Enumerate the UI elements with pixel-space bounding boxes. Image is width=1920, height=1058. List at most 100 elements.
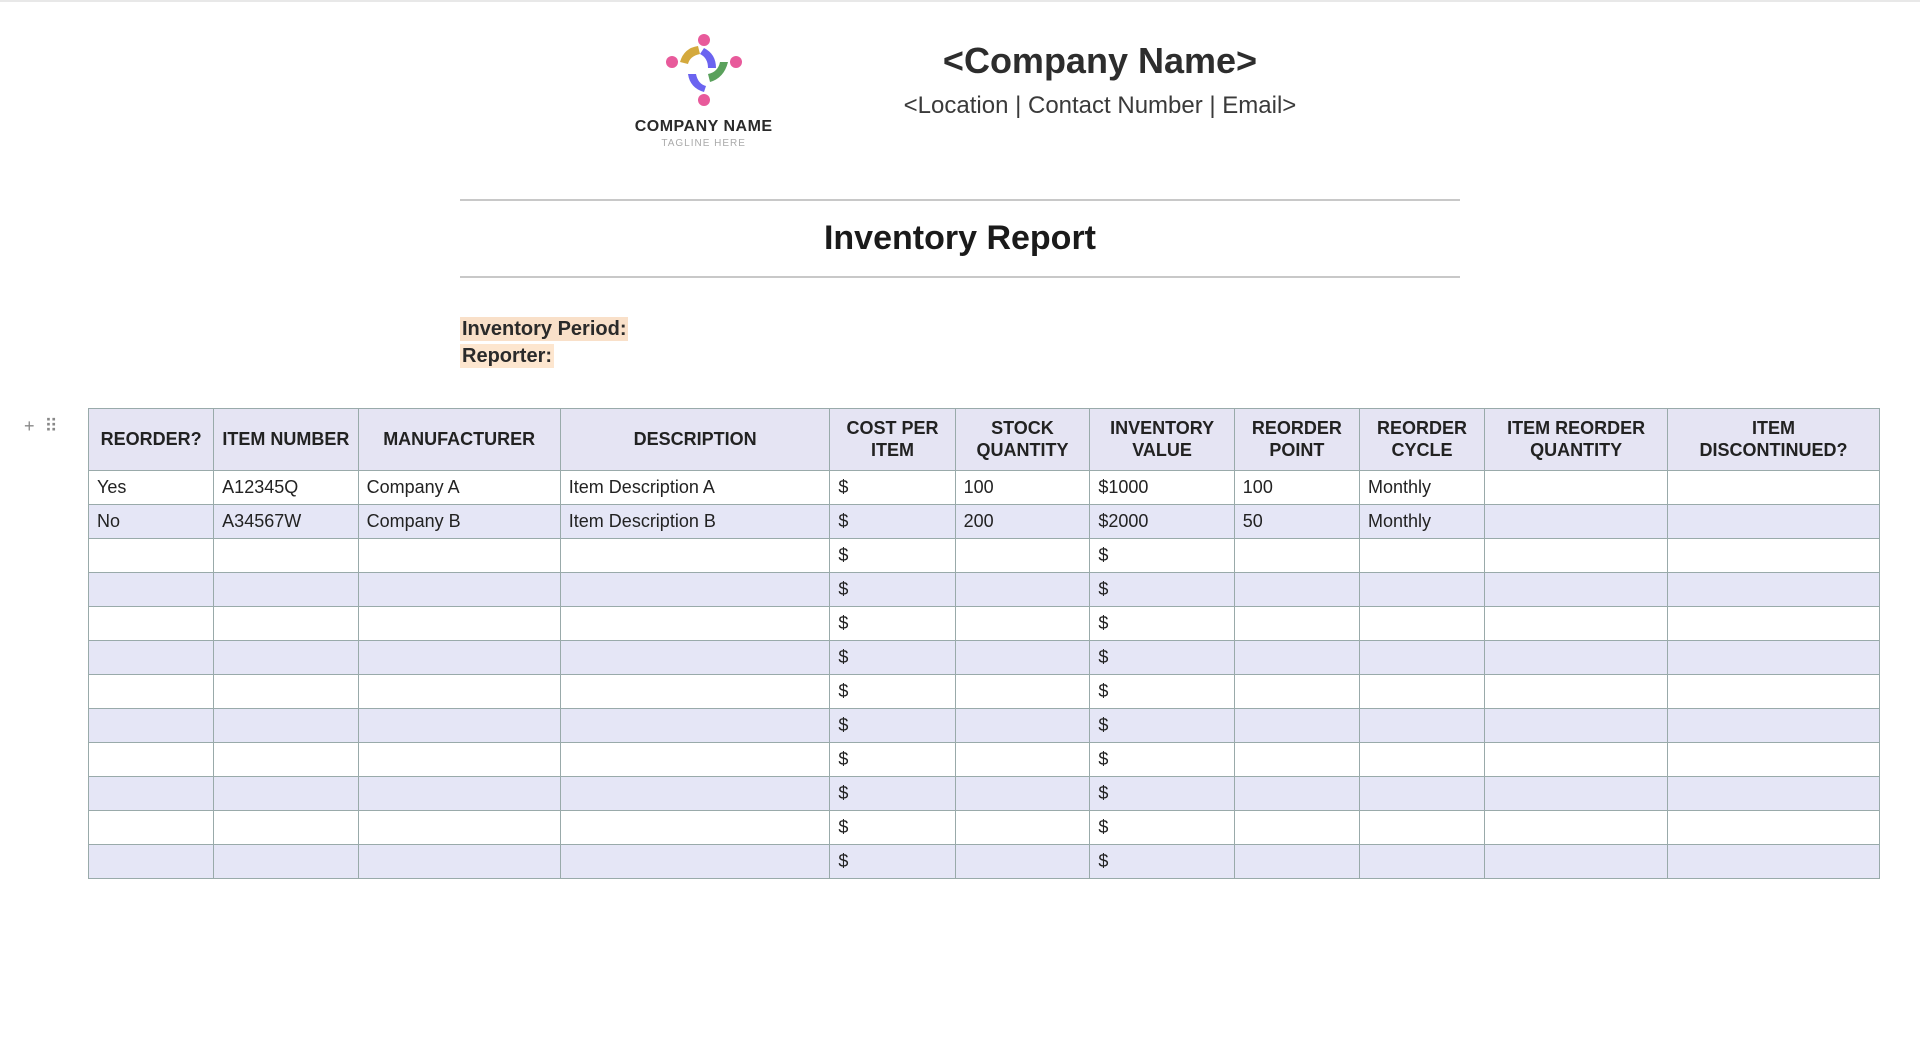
col-inventory-value[interactable]: INVENTORY VALUE — [1090, 409, 1234, 471]
cell-item-discontinued[interactable] — [1668, 505, 1880, 539]
cell-item-number[interactable]: A12345Q — [214, 471, 358, 505]
cell-item-number[interactable] — [214, 573, 358, 607]
cell-inventory-value[interactable]: $ — [1090, 811, 1234, 845]
cell-reorder-point[interactable]: 100 — [1234, 471, 1359, 505]
reporter-line[interactable]: Reporter: — [460, 345, 1460, 368]
cell-cost-per-item[interactable]: $ — [830, 777, 955, 811]
cell-reorder[interactable] — [89, 539, 214, 573]
add-row-icon[interactable]: + — [24, 416, 35, 437]
cell-item-reorder-qty[interactable] — [1485, 573, 1668, 607]
cell-reorder-cycle[interactable] — [1359, 539, 1484, 573]
cell-description[interactable] — [560, 641, 830, 675]
cell-manufacturer[interactable] — [358, 811, 560, 845]
cell-item-number[interactable] — [214, 845, 358, 879]
cell-manufacturer[interactable]: Company B — [358, 505, 560, 539]
cell-item-number[interactable] — [214, 709, 358, 743]
cell-reorder-cycle[interactable] — [1359, 573, 1484, 607]
cell-inventory-value[interactable]: $ — [1090, 573, 1234, 607]
cell-inventory-value[interactable]: $ — [1090, 539, 1234, 573]
cell-description[interactable]: Item Description B — [560, 505, 830, 539]
table-row[interactable]: NoA34567WCompany BItem Description B$200… — [89, 505, 1880, 539]
cell-inventory-value[interactable]: $ — [1090, 743, 1234, 777]
cell-item-reorder-qty[interactable] — [1485, 845, 1668, 879]
cell-manufacturer[interactable] — [358, 573, 560, 607]
cell-stock-quantity[interactable] — [955, 641, 1090, 675]
cell-item-reorder-qty[interactable] — [1485, 539, 1668, 573]
cell-item-discontinued[interactable] — [1668, 471, 1880, 505]
cell-inventory-value[interactable]: $ — [1090, 709, 1234, 743]
cell-reorder[interactable] — [89, 845, 214, 879]
table-row[interactable]: $$ — [89, 743, 1880, 777]
col-reorder[interactable]: REORDER? — [89, 409, 214, 471]
cell-description[interactable] — [560, 811, 830, 845]
cell-item-number[interactable] — [214, 539, 358, 573]
drag-handle-icon[interactable]: ⠿ — [45, 416, 58, 437]
col-item-reorder-qty[interactable]: ITEM REORDER QUANTITY — [1485, 409, 1668, 471]
cell-reorder-cycle[interactable] — [1359, 709, 1484, 743]
cell-stock-quantity[interactable] — [955, 709, 1090, 743]
table-row[interactable]: $$ — [89, 539, 1880, 573]
cell-inventory-value[interactable]: $ — [1090, 675, 1234, 709]
cell-reorder-cycle[interactable] — [1359, 743, 1484, 777]
col-reorder-cycle[interactable]: REORDER CYCLE — [1359, 409, 1484, 471]
cell-inventory-value[interactable]: $ — [1090, 607, 1234, 641]
row-handle-controls[interactable]: + ⠿ — [24, 416, 58, 437]
cell-item-reorder-qty[interactable] — [1485, 811, 1668, 845]
cell-reorder-cycle[interactable] — [1359, 675, 1484, 709]
cell-reorder-point[interactable] — [1234, 777, 1359, 811]
cell-cost-per-item[interactable]: $ — [830, 641, 955, 675]
cell-stock-quantity[interactable] — [955, 845, 1090, 879]
inventory-period-line[interactable]: Inventory Period: — [460, 318, 1460, 341]
cell-stock-quantity[interactable]: 200 — [955, 505, 1090, 539]
cell-item-number[interactable] — [214, 641, 358, 675]
cell-cost-per-item[interactable]: $ — [830, 845, 955, 879]
cell-stock-quantity[interactable] — [955, 539, 1090, 573]
cell-inventory-value[interactable]: $1000 — [1090, 471, 1234, 505]
cell-inventory-value[interactable]: $2000 — [1090, 505, 1234, 539]
col-item-discontinued[interactable]: ITEM DISCONTINUED? — [1668, 409, 1880, 471]
cell-reorder-cycle[interactable] — [1359, 811, 1484, 845]
cell-description[interactable] — [560, 675, 830, 709]
cell-cost-per-item[interactable]: $ — [830, 607, 955, 641]
cell-item-discontinued[interactable] — [1668, 641, 1880, 675]
company-name-heading[interactable]: <Company Name> — [904, 40, 1297, 82]
cell-inventory-value[interactable]: $ — [1090, 641, 1234, 675]
cell-item-reorder-qty[interactable] — [1485, 709, 1668, 743]
cell-reorder[interactable] — [89, 607, 214, 641]
cell-item-discontinued[interactable] — [1668, 777, 1880, 811]
cell-manufacturer[interactable] — [358, 675, 560, 709]
cell-item-reorder-qty[interactable] — [1485, 607, 1668, 641]
table-row[interactable]: $$ — [89, 811, 1880, 845]
col-reorder-point[interactable]: REORDER POINT — [1234, 409, 1359, 471]
table-row[interactable]: $$ — [89, 777, 1880, 811]
cell-cost-per-item[interactable]: $ — [830, 743, 955, 777]
cell-stock-quantity[interactable]: 100 — [955, 471, 1090, 505]
cell-item-discontinued[interactable] — [1668, 845, 1880, 879]
table-row[interactable]: $$ — [89, 573, 1880, 607]
cell-reorder-point[interactable] — [1234, 539, 1359, 573]
cell-description[interactable] — [560, 743, 830, 777]
cell-cost-per-item[interactable]: $ — [830, 709, 955, 743]
cell-reorder-point[interactable] — [1234, 811, 1359, 845]
cell-reorder-point[interactable]: 50 — [1234, 505, 1359, 539]
cell-stock-quantity[interactable] — [955, 743, 1090, 777]
col-manufacturer[interactable]: MANUFACTURER — [358, 409, 560, 471]
cell-reorder-point[interactable] — [1234, 709, 1359, 743]
cell-item-discontinued[interactable] — [1668, 539, 1880, 573]
cell-manufacturer[interactable] — [358, 607, 560, 641]
table-row[interactable]: $$ — [89, 675, 1880, 709]
cell-reorder[interactable]: No — [89, 505, 214, 539]
cell-item-number[interactable] — [214, 675, 358, 709]
cell-item-discontinued[interactable] — [1668, 573, 1880, 607]
cell-reorder-cycle[interactable]: Monthly — [1359, 505, 1484, 539]
col-stock-quantity[interactable]: STOCK QUANTITY — [955, 409, 1090, 471]
cell-stock-quantity[interactable] — [955, 811, 1090, 845]
cell-stock-quantity[interactable] — [955, 777, 1090, 811]
cell-cost-per-item[interactable]: $ — [830, 675, 955, 709]
cell-manufacturer[interactable] — [358, 777, 560, 811]
cell-item-reorder-qty[interactable] — [1485, 641, 1668, 675]
col-cost-per-item[interactable]: COST PER ITEM — [830, 409, 955, 471]
cell-manufacturer[interactable] — [358, 743, 560, 777]
cell-reorder[interactable] — [89, 777, 214, 811]
company-contact-line[interactable]: <Location | Contact Number | Email> — [904, 92, 1297, 120]
